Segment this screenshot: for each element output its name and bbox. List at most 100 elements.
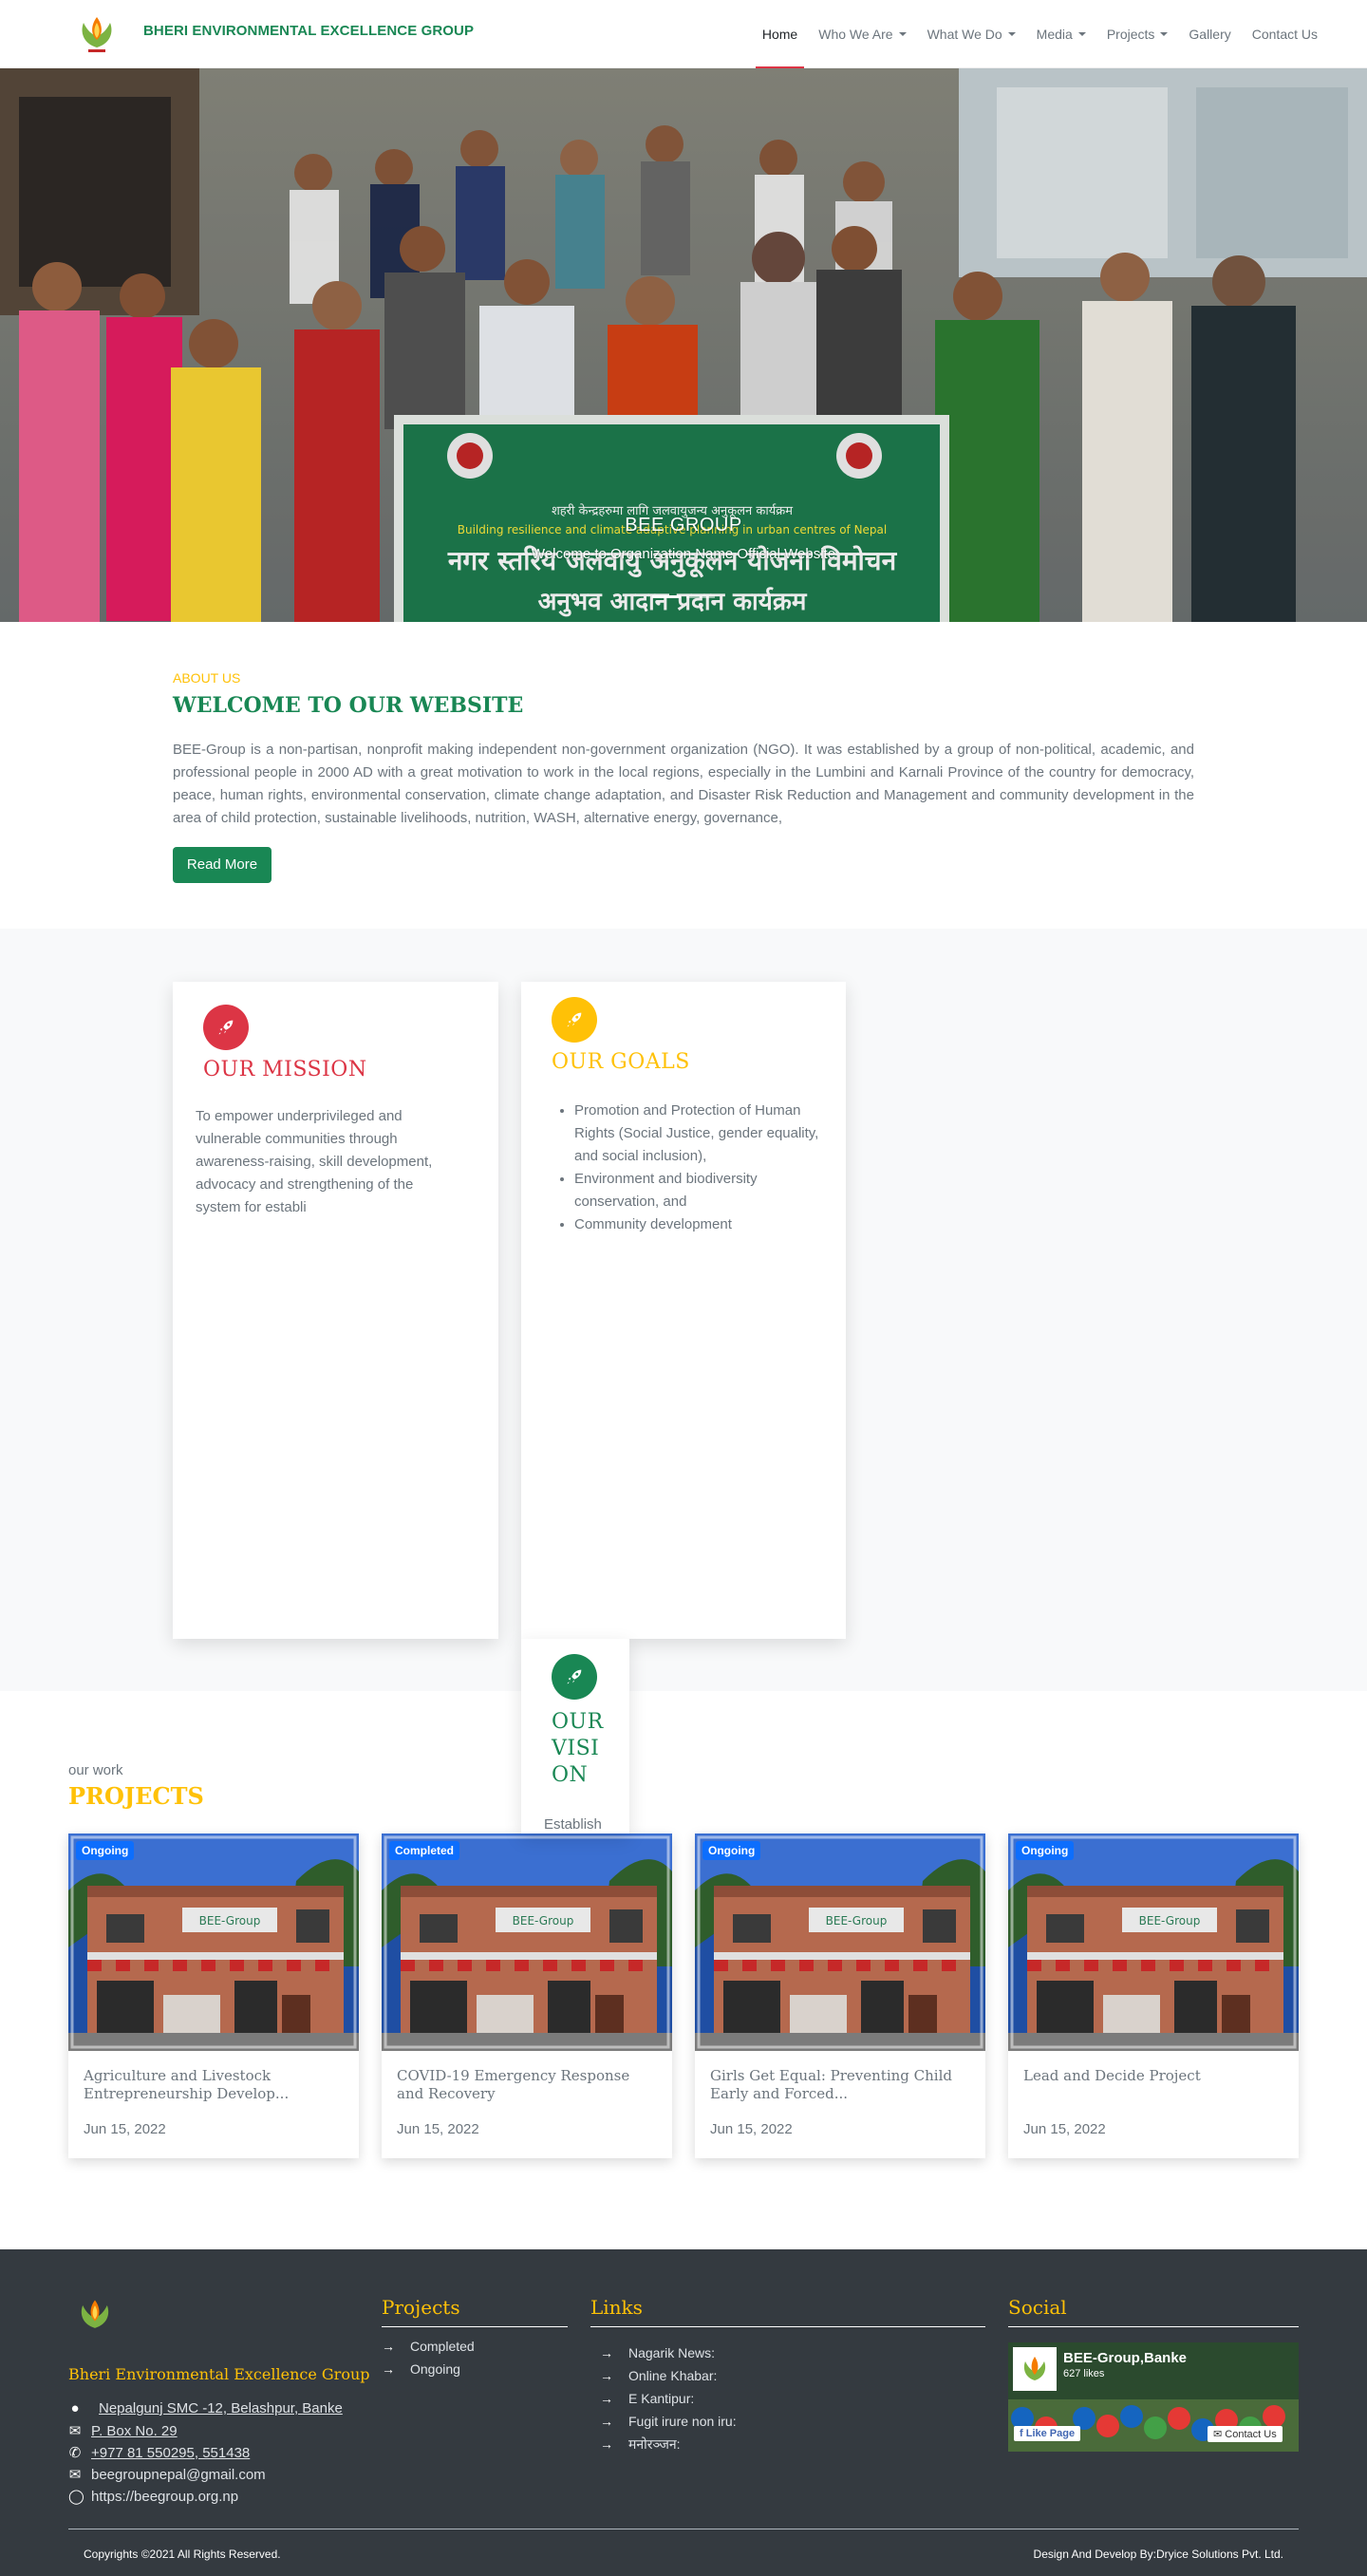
footer-link[interactable]: → Fugit irure non iru:: [600, 2410, 737, 2433]
footer-website[interactable]: ◯ https://beegroup.org.np: [68, 2488, 239, 2506]
footer-links-heading: Links: [590, 2296, 985, 2327]
footer-phone-text: +977 81 550295, 551438: [91, 2444, 251, 2461]
footer-link[interactable]: → E Kantipur:: [600, 2387, 737, 2410]
hero-subtitle: Welcome to Organization Name Official We…: [531, 546, 836, 562]
caret-down-icon: [1077, 32, 1086, 36]
nav-who-we-are[interactable]: Who We Are: [818, 0, 907, 68]
footer-project-link-label: Ongoing: [410, 2361, 460, 2377]
footer-link[interactable]: → मनोरञ्जन:: [600, 2433, 737, 2455]
arrow-right-icon: →: [600, 2345, 613, 2360]
projects-title: PROJECTS: [68, 1782, 204, 1810]
nav-contact-us[interactable]: Contact Us: [1252, 0, 1318, 68]
project-card[interactable]: BEE-Group Ongoing Agriculture and Livestoc…: [68, 1833, 359, 2158]
mission-icon-circle: [203, 1005, 249, 1050]
mission-title: OUR MISSION: [203, 1058, 367, 1081]
top-navbar: BHERI ENVIRONMENTAL EXCELLENCE GROUP Hom…: [0, 0, 1367, 68]
hero-carousel[interactable]: शहरी केन्द्रहरुमा लागि जलवायुजन्य अनुकूल…: [0, 68, 1367, 622]
footer-phone[interactable]: ✆ +977 81 550295, 551438: [68, 2444, 251, 2462]
project-image[interactable]: BEE-Group Ongoing: [695, 1833, 985, 2051]
facebook-likes: 627 likes: [1063, 2368, 1105, 2379]
flame-leaf-logo-icon: [81, 2300, 109, 2328]
footer-link-label: Nagarik News:: [628, 2345, 716, 2360]
footer-address[interactable]: ● Nepalgunj SMC -12, Belashpur, Banke: [68, 2400, 343, 2416]
caret-down-icon: [898, 32, 907, 36]
nav-what-we-do[interactable]: What We Do: [927, 0, 1016, 68]
main-menu: Home Who We Are What We Do Media Project…: [755, 0, 1318, 68]
project-title[interactable]: Girls Get Equal: Preventing Child Early …: [710, 2067, 971, 2103]
flame-leaf-logo-icon[interactable]: [74, 11, 120, 57]
facebook-page-name[interactable]: BEE-Group,Banke: [1063, 2350, 1187, 2366]
footer-link-label: Online Khabar:: [628, 2368, 718, 2383]
project-image[interactable]: BEE-Group Ongoing: [1008, 1833, 1299, 2051]
nav-home[interactable]: Home: [755, 0, 805, 68]
building-sign-text: BEE-Group: [513, 1914, 574, 1927]
footer-link-label: Fugit irure non iru:: [628, 2414, 737, 2429]
goals-list: Promotion and Protection of Human Rights…: [557, 1100, 828, 1236]
goals-card: OUR GOALS Promotion and Protection of Hu…: [521, 982, 846, 1639]
goals-item: Environment and biodiversity conservatio…: [574, 1168, 828, 1213]
goals-title: OUR GOALS: [552, 1050, 690, 1074]
project-title[interactable]: Lead and Decide Project: [1023, 2067, 1284, 2085]
facebook-contact-button[interactable]: ✉ Contact Us: [1208, 2426, 1283, 2442]
project-image[interactable]: BEE-Group Ongoing: [68, 1833, 359, 2051]
footer-website-text: https://beegroup.org.np: [91, 2488, 239, 2505]
facebook-like-button[interactable]: f Like Page: [1014, 2426, 1081, 2441]
carousel-indicators: [0, 595, 1367, 598]
project-status-badge: Completed: [389, 1841, 460, 1860]
facebook-page-widget[interactable]: BEE-Group,Banke 627 likes f Like Page ✉ …: [1008, 2342, 1299, 2452]
arrow-right-icon: →: [382, 2361, 395, 2377]
nav-media[interactable]: Media: [1037, 0, 1086, 68]
footer-pobox[interactable]: ✉ P. Box No. 29: [68, 2422, 178, 2440]
footer-project-link[interactable]: → Ongoing: [382, 2358, 475, 2380]
vision-card: OUR VISI ON Establish: [521, 1639, 629, 1833]
carousel-indicator-1[interactable]: [652, 595, 681, 598]
about-text: BEE-Group is a non-partisan, nonprofit m…: [173, 742, 1194, 826]
footer-pobox-text: P. Box No. 29: [91, 2422, 178, 2439]
nav-what-we-do-label: What We Do: [927, 27, 1002, 42]
nav-gallery[interactable]: Gallery: [1189, 0, 1230, 68]
hero-title: BEE GROUP: [625, 515, 742, 536]
project-title[interactable]: Agriculture and Livestock Entrepreneursh…: [84, 2067, 345, 2103]
rocket-icon: [567, 1012, 582, 1027]
vision-title: OUR VISI ON: [552, 1709, 604, 1789]
building-sign-text: BEE-Group: [199, 1914, 261, 1927]
footer-email[interactable]: ✉ beegroupnepal@gmail.com: [68, 2466, 266, 2484]
carousel-indicator-2[interactable]: [686, 595, 715, 598]
nav-who-we-are-label: Who We Are: [818, 27, 893, 42]
caret-down-icon: [1007, 32, 1016, 36]
arrow-right-icon: →: [600, 2368, 613, 2383]
project-date: Jun 15, 2022: [397, 2121, 479, 2137]
footer-project-link[interactable]: → Completed: [382, 2335, 475, 2358]
project-status-badge: Ongoing: [76, 1841, 135, 1860]
nav-projects[interactable]: Projects: [1107, 0, 1169, 68]
map-marker-icon: ●: [70, 2400, 80, 2416]
brand-name[interactable]: BHERI ENVIRONMENTAL EXCELLENCE GROUP: [143, 23, 474, 39]
footer-address-text: Nepalgunj SMC -12, Belashpur, Banke: [99, 2400, 343, 2416]
mission-card: OUR MISSION To empower underprivileged a…: [173, 982, 498, 1639]
project-card[interactable]: BEE-Group Ongoing Lead and Decide Project J…: [1008, 1833, 1299, 2158]
building-sign-text: BEE-Group: [1139, 1914, 1201, 1927]
footer-projects-heading: Projects: [382, 2296, 568, 2327]
facebook-icon: f: [1020, 2428, 1026, 2439]
footer-links-list: → Nagarik News: → Online Khabar: → E Kantip…: [600, 2341, 737, 2455]
designer-credit[interactable]: Design And Develop By:Dryice Solutions P…: [1034, 2548, 1283, 2561]
project-image[interactable]: BEE-Group Completed: [382, 1833, 672, 2051]
hero-group-photo: शहरी केन्द्रहरुमा लागि जलवायुजन्य अनुकूल…: [0, 68, 1367, 622]
nav-contact-us-label: Contact Us: [1251, 27, 1318, 42]
read-more-button[interactable]: Read More: [173, 847, 272, 883]
caret-down-icon: [1160, 32, 1169, 36]
project-card[interactable]: BEE-Group Ongoing Girls Get Equal: Prevent…: [695, 1833, 985, 2158]
copyright-text: Copyrights ©2021 All Rights Reserved.: [84, 2548, 281, 2561]
about-kicker: ABOUT US: [173, 670, 241, 686]
footer-link[interactable]: → Online Khabar:: [600, 2364, 737, 2387]
project-title[interactable]: COVID-19 Emergency Response and Recovery: [397, 2067, 658, 2103]
footer-link[interactable]: → Nagarik News:: [600, 2341, 737, 2364]
goals-icon-circle: [552, 997, 597, 1043]
footer-link-label: E Kantipur:: [628, 2391, 695, 2406]
project-date: Jun 15, 2022: [710, 2121, 793, 2137]
globe-icon: ◯: [68, 2489, 84, 2505]
project-card[interactable]: BEE-Group Completed COVID-19 Emergency Res…: [382, 1833, 672, 2158]
arrow-right-icon: →: [600, 2436, 613, 2452]
vision-text: Establish: [544, 1816, 602, 1833]
phone-icon: ✆: [68, 2445, 82, 2461]
